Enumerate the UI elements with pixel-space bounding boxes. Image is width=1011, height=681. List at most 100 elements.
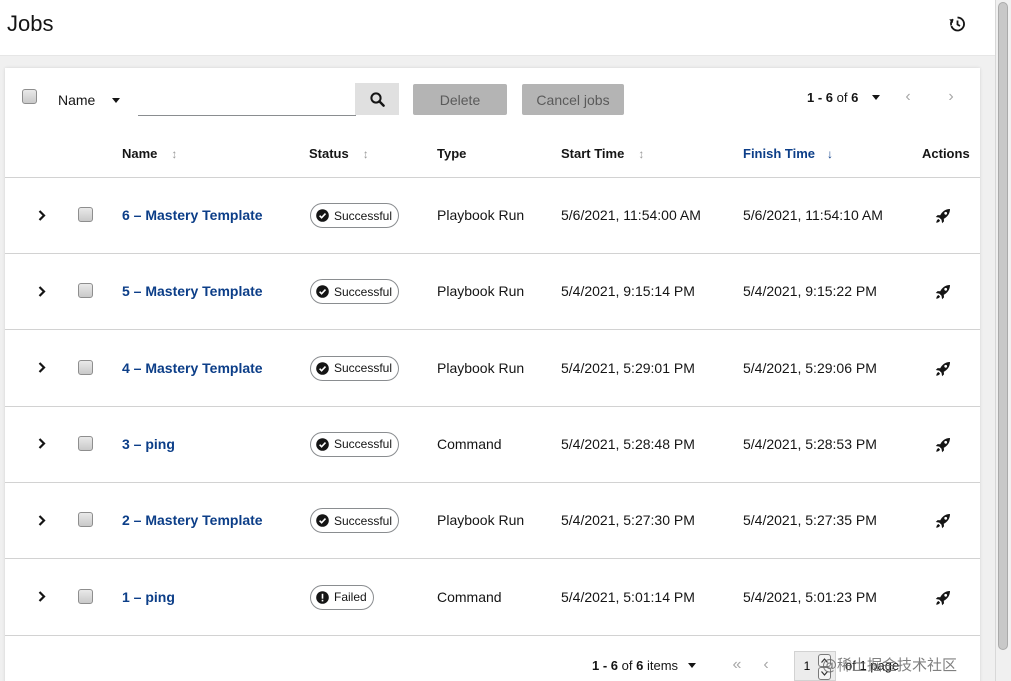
jobs-card: Name Delete Cancel jobs 1 - 6 of 6 ‹ › N… (5, 68, 980, 681)
column-header-actions: Actions (922, 146, 970, 161)
status-label: Successful (334, 208, 393, 223)
filter-type-label: Name (58, 92, 96, 108)
status-badge: Successful (310, 508, 400, 534)
status-label: Successful (334, 437, 393, 452)
previous-page-icon[interactable]: ‹ (901, 88, 915, 106)
job-name-link[interactable]: 3 – ping (122, 436, 175, 452)
footer-range: 1 - 6 (592, 658, 619, 673)
relaunch-job-button[interactable] (933, 206, 953, 226)
job-type-cell: Playbook Run (437, 283, 525, 300)
status-label: Failed (334, 590, 367, 604)
row-select-checkbox[interactable] (78, 435, 93, 451)
status-label: Successful (334, 361, 393, 376)
table-row: 2 – Mastery Template Successful Playbook R… (5, 483, 980, 560)
pagination-range: 1 - 6 (807, 90, 834, 105)
finish-time-cell: 5/4/2021, 5:27:35 PM (743, 512, 877, 529)
column-header-status[interactable]: Status ↕ (309, 146, 369, 161)
search-button[interactable] (355, 83, 399, 115)
table-row: 4 – Mastery Template Successful Playbook R… (5, 331, 980, 407)
finish-time-cell: 5/4/2021, 5:28:53 PM (743, 435, 877, 452)
job-name-link[interactable]: 1 – ping (122, 589, 175, 605)
relaunch-job-button[interactable] (933, 282, 953, 302)
column-header-finish-time[interactable]: Finish Time ↓ (743, 146, 833, 161)
relaunch-job-button[interactable] (933, 435, 953, 455)
row-select-checkbox[interactable] (78, 359, 93, 375)
job-name-link[interactable]: 2 – Mastery Template (122, 512, 263, 528)
column-label: Status (309, 146, 349, 161)
row-select-checkbox[interactable] (78, 512, 93, 528)
sort-icon: ↕ (362, 146, 369, 161)
table-row: 1 – ping Failed Command 5/4/2021, 5:01:14 P… (5, 560, 980, 636)
column-label: Finish Time (743, 146, 815, 161)
job-name-link[interactable]: 4 – Mastery Template (122, 360, 263, 376)
per-page-toggle[interactable]: 1 - 6 of 6 items (592, 658, 697, 673)
job-type-cell: Playbook Run (437, 207, 525, 223)
job-type-cell: Playbook Run (437, 359, 525, 376)
search-input[interactable] (138, 83, 356, 116)
pagination-of: of (836, 90, 848, 105)
delete-button[interactable]: Delete (413, 84, 507, 115)
previous-page-icon[interactable]: ‹ (759, 656, 773, 674)
column-label: Name (122, 146, 158, 161)
pagination-toggle[interactable]: 1 - 6 of 6 (807, 90, 881, 105)
row-select-checkbox[interactable] (78, 207, 93, 222)
rocket-icon (935, 437, 950, 453)
start-time-cell: 5/4/2021, 5:01:14 PM (561, 588, 695, 605)
expand-row-chevron-icon[interactable] (35, 587, 49, 607)
scrollbar-thumb[interactable] (998, 2, 1008, 650)
row-select-checkbox[interactable] (78, 588, 93, 604)
job-name-link[interactable]: 5 – Mastery Template (122, 283, 263, 299)
cancel-jobs-button[interactable]: Cancel jobs (522, 84, 624, 115)
table-row: 3 – ping Successful Command 5/4/2021, 5:28:… (5, 407, 980, 483)
relaunch-job-button[interactable] (933, 511, 953, 531)
row-select-checkbox[interactable] (78, 283, 93, 299)
expand-row-chevron-icon[interactable] (35, 205, 49, 225)
search-icon (369, 91, 385, 107)
finish-time-cell: 5/4/2021, 5:01:23 PM (743, 588, 877, 605)
check-circle-icon (316, 438, 329, 451)
check-circle-icon (316, 209, 329, 222)
rocket-icon (935, 514, 950, 529)
relaunch-job-button[interactable] (933, 588, 953, 608)
select-all-checkbox[interactable] (22, 89, 37, 104)
table-row: 5 – Mastery Template Successful Playbook R… (5, 254, 980, 331)
column-header-name[interactable]: Name ↕ (122, 146, 177, 161)
expand-row-chevron-icon[interactable] (35, 281, 49, 301)
expand-row-chevron-icon[interactable] (35, 510, 49, 530)
sort-icon: ↕ (171, 146, 178, 161)
table-row: 6 – Mastery Template Successful Playbook R… (5, 178, 980, 254)
filter-type-select[interactable]: Name (58, 90, 121, 110)
history-icon[interactable] (948, 15, 966, 33)
page-header: Jobs (0, 0, 995, 56)
expand-row-chevron-icon[interactable] (35, 358, 49, 378)
column-label: Start Time (561, 146, 625, 161)
finish-time-cell: 5/4/2021, 9:15:22 PM (743, 283, 877, 300)
first-page-icon[interactable]: « (730, 656, 744, 674)
start-time-cell: 5/4/2021, 5:29:01 PM (561, 359, 695, 376)
page-scrollbar[interactable] (995, 0, 1011, 681)
expand-row-chevron-icon[interactable] (35, 434, 49, 454)
status-badge: Failed (310, 584, 374, 610)
sort-icon: ↕ (638, 146, 645, 161)
caret-down-icon (872, 95, 881, 100)
job-type-cell: Playbook Run (437, 512, 525, 529)
page-number-input[interactable] (799, 658, 815, 674)
column-header-start-time[interactable]: Start Time ↕ (561, 146, 644, 161)
finish-time-cell: 5/4/2021, 5:29:06 PM (743, 359, 877, 376)
status-label: Successful (334, 284, 393, 299)
finish-time-cell: 5/6/2021, 11:54:10 AM (743, 207, 883, 223)
column-label: Actions (922, 146, 970, 161)
next-page-icon[interactable]: › (944, 88, 958, 106)
job-type-cell: Command (437, 435, 502, 452)
check-circle-icon (316, 514, 329, 527)
table-header-row: Name ↕ Status ↕ Type Start Time ↕ Finish… (5, 132, 980, 178)
pagination-total: 6 (851, 90, 859, 105)
start-time-cell: 5/4/2021, 5:28:48 PM (561, 435, 695, 452)
status-label: Successful (334, 513, 393, 528)
check-circle-icon (316, 361, 329, 375)
status-badge: Successful (310, 431, 400, 457)
job-name-link[interactable]: 6 – Mastery Template (122, 207, 263, 223)
start-time-cell: 5/4/2021, 9:15:14 PM (561, 283, 695, 300)
relaunch-job-button[interactable] (933, 359, 953, 379)
rocket-icon (935, 361, 950, 376)
